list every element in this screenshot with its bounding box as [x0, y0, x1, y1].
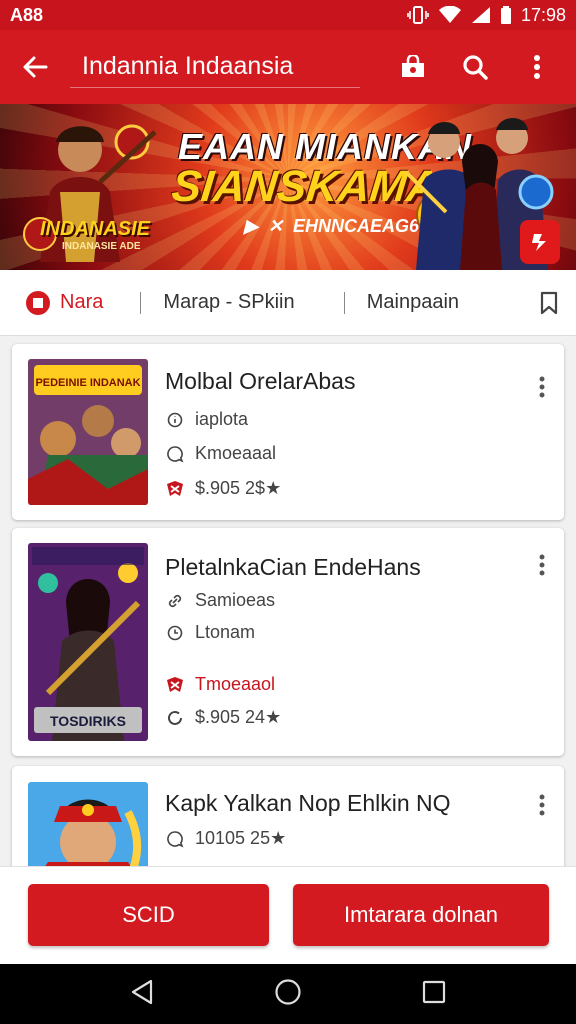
tab-nara-icon: [26, 290, 50, 315]
tab-nara[interactable]: Nara: [0, 270, 136, 336]
app-name: Kapk Yalkan Nop Ehlkin NQ: [165, 790, 451, 816]
list-item[interactable]: Kapk Yalkan Nop Ehlkin NQ 10105 25★: [12, 766, 564, 866]
status-clock: 17:98: [520, 4, 566, 25]
app-meta-text: Kmoeaaal: [195, 443, 277, 463]
wifi-icon: [438, 6, 461, 24]
nav-home-button[interactable]: [274, 978, 302, 1011]
more-vertical-icon: [539, 794, 545, 816]
app-price: $.905 24★: [195, 707, 282, 727]
triangle-back-icon: [131, 979, 153, 1004]
list-item[interactable]: TOSDIRIKS PletalnkaCian EndeHans Samioea…: [12, 528, 564, 756]
app-price: $.905 2$★: [195, 478, 282, 498]
app-name: Molbal OrelarAbas: [165, 368, 356, 394]
primary-button[interactable]: SCID: [28, 884, 269, 946]
item-more-button[interactable]: [532, 372, 552, 402]
chat-icon: [165, 829, 185, 849]
tab-mainpaain[interactable]: Mainpaain: [367, 270, 522, 336]
banner-left-tag: INDANASIE: [40, 218, 151, 240]
app-meta-row: Ltonam: [165, 622, 255, 643]
banner-left-tag-sub: INDANASIE ADE: [62, 241, 141, 252]
signal-icon: [471, 6, 491, 24]
bottom-action-bar: SCID Imtarara dolnan: [0, 866, 576, 964]
vibrate-icon: [407, 6, 429, 24]
item-more-button[interactable]: [532, 790, 552, 820]
search-button[interactable]: [444, 37, 506, 97]
app-bar-actions: [382, 37, 576, 97]
bookmark-icon: [540, 291, 557, 314]
tab-marap[interactable]: Marap - SPkiin: [163, 270, 339, 336]
search-icon: [463, 55, 488, 80]
play-icon: ▶: [244, 216, 258, 236]
tab-bar: Nara Marap - SPkiin Mainpaain: [0, 270, 576, 336]
app-meta-row: Samioeas: [165, 590, 275, 611]
banner-shortcut-badge[interactable]: [520, 220, 560, 264]
info-icon: [165, 410, 185, 430]
chat-icon: [165, 444, 185, 464]
store-button[interactable]: [382, 37, 444, 97]
system-nav-bar: [0, 964, 576, 1024]
overflow-menu-button[interactable]: [506, 37, 568, 97]
app-thumbnail: PEDEINIE INDANAK: [28, 359, 148, 505]
tab-mainpaain-label: Mainpaain: [366, 291, 460, 313]
item-more-button[interactable]: [532, 550, 552, 580]
secondary-button[interactable]: Imtarara dolnan: [293, 884, 549, 946]
app-thumbnail: TOSDIRIKS: [28, 543, 148, 741]
more-vertical-icon: [534, 55, 540, 79]
app-thumbnail: [28, 782, 148, 866]
tab-nara-label: Nara: [60, 291, 104, 313]
app-meta-text: 10105 25★: [195, 828, 287, 848]
app-list: PEDEINIE INDANAK Molbal OrelarAbas iaplo…: [0, 336, 576, 866]
arrow-left-icon: [23, 56, 48, 78]
more-vertical-icon: [539, 376, 545, 398]
more-vertical-icon: [539, 554, 545, 576]
clock-icon: [165, 623, 185, 643]
app-meta-text: Ltonam: [195, 622, 256, 642]
tag-icon: [165, 675, 185, 695]
app-meta-row: Kmoeaaal: [165, 443, 276, 464]
tag-icon: [165, 479, 185, 499]
close-icon: ✕: [267, 216, 283, 236]
status-icons: 17:98: [407, 5, 566, 26]
page-title: Indannia Indaansia: [70, 52, 360, 88]
app-thumbnail-title: PEDEINIE INDANAK: [35, 377, 140, 389]
link-icon: [165, 591, 185, 611]
app-meta-row: 10105 25★: [165, 828, 286, 849]
app-meta-row: $.905 24★: [165, 707, 281, 728]
status-bar: A88 17:98: [0, 0, 576, 30]
circle-home-icon: [275, 978, 301, 1005]
tab-divider: [343, 291, 345, 314]
arrow-badge-icon: [532, 234, 546, 251]
app-meta-row: iaplota: [165, 409, 248, 430]
promo-banner[interactable]: EAAN MIANKAN SIANSKAMAN! INDANASIE INDAN…: [0, 104, 576, 270]
app-meta-text: iaplota: [195, 409, 249, 429]
back-button[interactable]: [0, 30, 70, 104]
list-item[interactable]: PEDEINIE INDANAK Molbal OrelarAbas iaplo…: [12, 344, 564, 520]
battery-icon: [500, 6, 511, 24]
nav-back-button[interactable]: [130, 979, 154, 1010]
status-time: A88: [10, 4, 44, 25]
bookmark-button[interactable]: [522, 291, 576, 315]
nav-recents-button[interactable]: [422, 980, 446, 1009]
app-bar: Indannia Indaansia: [0, 30, 576, 104]
loading-icon: [165, 708, 185, 728]
tab-marap-label: Marap - SPkiin: [163, 291, 295, 313]
store-icon: [402, 55, 424, 77]
app-meta-text: Tmoeaaol: [195, 674, 276, 694]
app-meta-row: Tmoeaaol: [165, 674, 275, 695]
square-recents-icon: [422, 980, 446, 1003]
tab-divider: [140, 291, 142, 314]
app-name: PletalnkaCian EndeHans: [165, 554, 421, 580]
app-meta-text: Samioeas: [195, 590, 276, 610]
app-thumbnail-title: TOSDIRIKS: [50, 713, 126, 729]
app-meta-row: $.905 2$★: [165, 478, 281, 499]
